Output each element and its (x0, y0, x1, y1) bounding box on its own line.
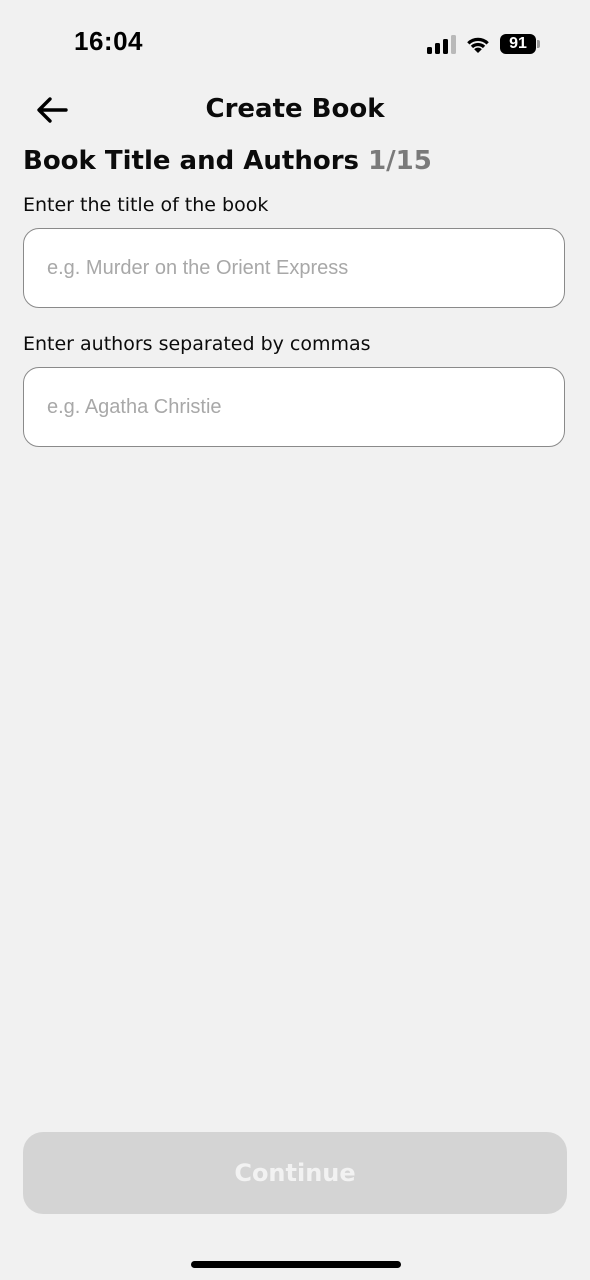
wifi-icon (465, 34, 491, 54)
book-title-input[interactable] (23, 228, 565, 308)
battery-icon: 91 (500, 34, 540, 54)
home-indicator (191, 1261, 401, 1268)
status-time: 16:04 (74, 26, 143, 56)
continue-button[interactable]: Continue (23, 1132, 567, 1214)
cellular-signal-icon (427, 34, 456, 54)
create-book-screen: 16:04 91 Create Book Book Title and Auth… (0, 0, 590, 1280)
step-counter: 1/15 (368, 146, 432, 176)
title-field-label: Enter the title of the book (23, 194, 269, 216)
nav-header: Create Book (0, 80, 590, 142)
page-title: Create Book (205, 94, 385, 124)
status-bar: 16:04 91 (0, 0, 590, 80)
step-title: Book Title and Authors (23, 146, 360, 176)
battery-level: 91 (500, 34, 536, 54)
step-heading: Book Title and Authors 1/15 (23, 146, 432, 176)
status-icons: 91 (427, 30, 540, 58)
authors-field-label: Enter authors separated by commas (23, 333, 371, 355)
authors-input[interactable] (23, 367, 565, 447)
